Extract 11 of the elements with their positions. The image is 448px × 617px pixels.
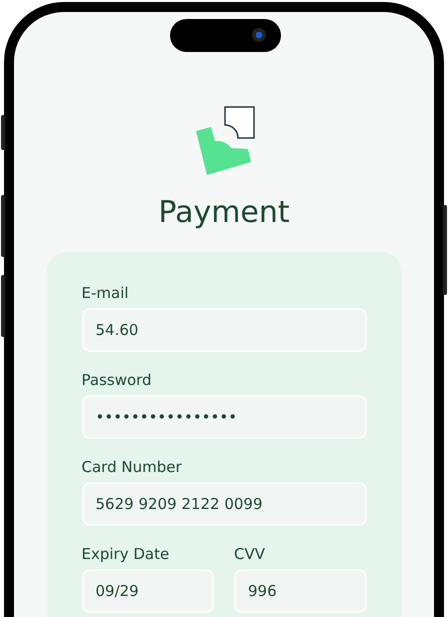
input-field[interactable]: 996: [234, 569, 366, 613]
field-label: Password: [82, 371, 153, 389]
field-label: Card Number: [82, 458, 183, 476]
input-field[interactable]: 54.60: [82, 308, 366, 352]
field-label: Expiry Date: [82, 545, 170, 563]
input-field[interactable]: 5629 9209 2122 0099: [82, 482, 366, 526]
page-title: Payment: [158, 194, 290, 232]
field-label: E-mail: [82, 284, 130, 302]
field-label: CVV: [234, 545, 266, 563]
input-field[interactable]: 09/29: [82, 569, 214, 613]
input-field[interactable]: ••••••••••••••••: [82, 395, 366, 439]
